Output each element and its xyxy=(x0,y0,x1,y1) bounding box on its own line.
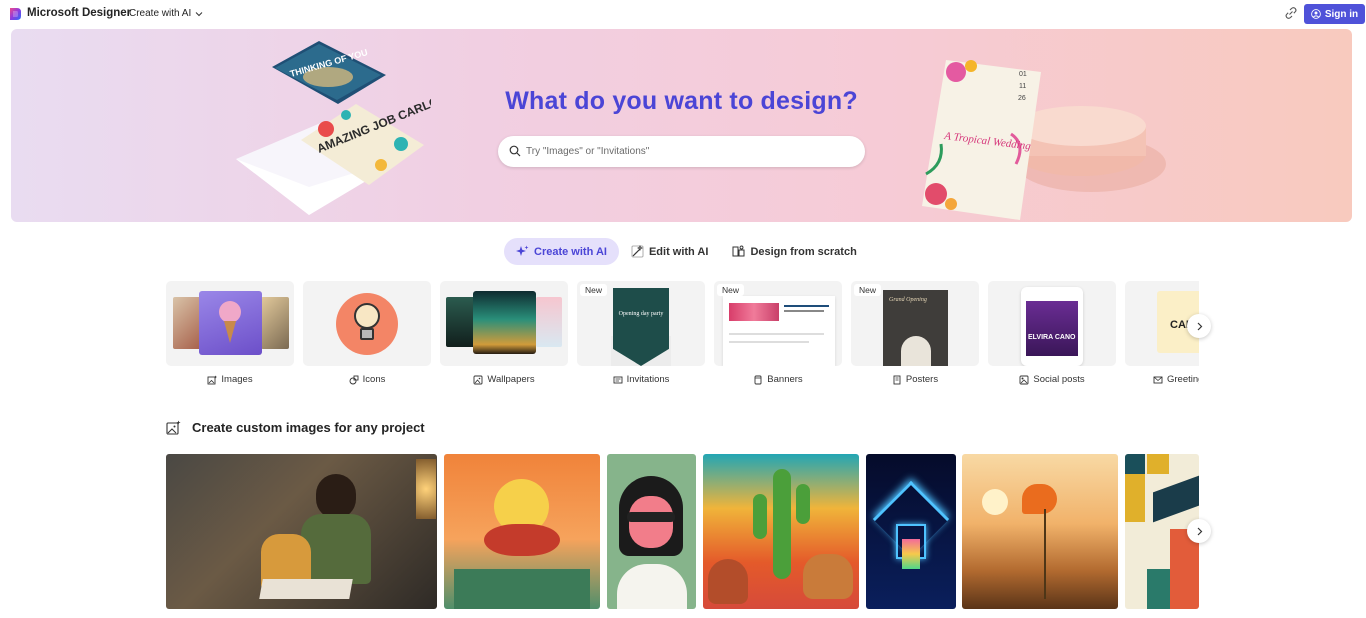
category-icons-thumbnail[interactable] xyxy=(303,281,431,366)
category-banners-thumbnail[interactable]: New xyxy=(714,281,842,366)
banner-icon xyxy=(754,375,762,384)
tab-create-with-ai[interactable]: Create with AI xyxy=(504,238,619,265)
chevron-right-icon xyxy=(1197,322,1202,330)
category-banners-label-row[interactable]: Banners xyxy=(714,374,842,385)
mode-tabs: Create with AI Edit with AI Design from … xyxy=(504,238,869,265)
greeting-cards-illustration: THINKING OF YOU AMAZING JOB CARLOS xyxy=(236,41,431,215)
search-box[interactable] xyxy=(498,136,865,167)
icon-shapes-icon xyxy=(349,375,359,384)
create-menu-label: Create with AI xyxy=(129,8,192,19)
image-sparkle-icon xyxy=(207,375,218,384)
category-icons-label: Icons xyxy=(362,374,386,385)
section-title: Create custom images for any project xyxy=(192,420,425,435)
gallery-image-neon-house[interactable] xyxy=(866,454,956,609)
hero-invite-date-1: 01 xyxy=(1019,71,1027,78)
new-badge: New xyxy=(717,284,745,296)
magic-wand-icon xyxy=(631,245,644,258)
category-wallpapers[interactable]: Wallpapers xyxy=(440,281,568,385)
poster-card-text: Grand Opening xyxy=(889,297,927,303)
designer-logo-icon[interactable] xyxy=(9,7,22,21)
layout-icon xyxy=(732,245,745,257)
chevron-down-icon xyxy=(195,11,203,16)
search-input[interactable] xyxy=(526,142,846,161)
tab-edit-with-ai[interactable]: Edit with AI xyxy=(619,238,720,265)
link-icon[interactable] xyxy=(1284,6,1298,20)
new-badge: New xyxy=(854,284,882,296)
hero-banner: THINKING OF YOU AMAZING JOB CARLOS What … xyxy=(11,29,1352,222)
category-social-posts[interactable]: ELVIRA CANO Social posts xyxy=(988,281,1116,385)
category-invitations-label-row[interactable]: Invitations xyxy=(577,374,705,385)
category-posters[interactable]: Grand Opening New Posters xyxy=(851,281,979,385)
create-with-ai-menu[interactable]: Create with AI xyxy=(129,8,203,19)
gallery-next-button[interactable] xyxy=(1187,519,1211,543)
new-badge: New xyxy=(580,284,608,296)
image-gallery xyxy=(166,454,1199,609)
sign-in-label: Sign in xyxy=(1324,8,1359,20)
category-banners-label: Banners xyxy=(767,374,803,385)
tab-create-with-ai-label: Create with AI xyxy=(534,245,607,258)
hero-invite-date-2: 11 xyxy=(1019,83,1026,90)
category-social-posts-label-row[interactable]: Social posts xyxy=(988,374,1116,385)
category-wallpapers-label-row[interactable]: Wallpapers xyxy=(440,374,568,385)
category-banners[interactable]: New Banners xyxy=(714,281,842,385)
sign-in-button[interactable]: Sign in xyxy=(1304,4,1365,24)
custom-images-section-header: Create custom images for any project xyxy=(166,420,425,435)
category-icons[interactable]: Icons xyxy=(303,281,431,385)
category-social-posts-label: Social posts xyxy=(1033,374,1085,385)
category-posters-label-row[interactable]: Posters xyxy=(851,374,979,385)
category-wallpapers-thumbnail[interactable] xyxy=(440,281,568,366)
chevron-right-icon xyxy=(1197,527,1202,535)
categories-next-button[interactable] xyxy=(1187,314,1211,338)
gallery-image-campfire[interactable] xyxy=(444,454,600,609)
tab-design-from-scratch[interactable]: Design from scratch xyxy=(720,238,868,265)
category-images-label-row[interactable]: Images xyxy=(166,374,294,385)
invitation-icon xyxy=(613,376,623,383)
poster-icon xyxy=(893,375,901,384)
category-invitations[interactable]: Opening day party New Invitations xyxy=(577,281,705,385)
category-invitations-label: Invitations xyxy=(626,374,670,385)
category-icons-label-row[interactable]: Icons xyxy=(303,374,431,385)
category-greeting-label: Greeting xyxy=(1167,374,1199,385)
category-social-posts-thumbnail[interactable]: ELVIRA CANO xyxy=(988,281,1116,366)
category-posters-label: Posters xyxy=(905,374,939,385)
category-images-label: Images xyxy=(221,374,253,385)
category-wallpapers-label: Wallpapers xyxy=(487,374,535,385)
category-posters-thumbnail[interactable]: Grand Opening New xyxy=(851,281,979,366)
social-post-card-text: ELVIRA CANO xyxy=(1028,334,1076,341)
category-greeting[interactable]: CAR Greeting xyxy=(1125,281,1199,385)
category-images[interactable]: Images xyxy=(166,281,294,385)
app-brand[interactable]: Microsoft Designer xyxy=(27,7,131,19)
category-carousel: Images Icons Wallpapers Opening day part… xyxy=(166,281,1199,391)
gallery-image-mother-reading[interactable] xyxy=(166,454,437,609)
social-post-icon xyxy=(1019,375,1029,384)
top-bar: Microsoft Designer Create with AI Sign i… xyxy=(0,0,1366,28)
search-icon xyxy=(509,145,521,157)
gallery-image-woman-sunglasses[interactable] xyxy=(607,454,696,609)
gallery-image-sunset-poppy[interactable] xyxy=(962,454,1118,609)
tab-edit-with-ai-label: Edit with AI xyxy=(648,245,709,258)
greeting-card-icon xyxy=(1153,376,1163,383)
user-circle-icon xyxy=(1310,9,1321,19)
category-invitations-thumbnail[interactable]: Opening day party New xyxy=(577,281,705,366)
tab-design-from-scratch-label: Design from scratch xyxy=(750,245,857,258)
invitation-card-text: Opening day party xyxy=(618,311,664,317)
image-sparkle-icon xyxy=(166,420,181,435)
category-images-thumbnail[interactable] xyxy=(166,281,294,366)
wallpaper-icon xyxy=(473,375,483,384)
gallery-image-desert-cactus[interactable] xyxy=(703,454,859,609)
hero-invite-date-3: 26 xyxy=(1018,95,1026,102)
sparkle-icon xyxy=(516,245,529,256)
wedding-invitation-illustration: A Tropical Wedding 01 11 26 xyxy=(922,60,1166,220)
category-greeting-label-row[interactable]: Greeting xyxy=(1125,374,1199,385)
